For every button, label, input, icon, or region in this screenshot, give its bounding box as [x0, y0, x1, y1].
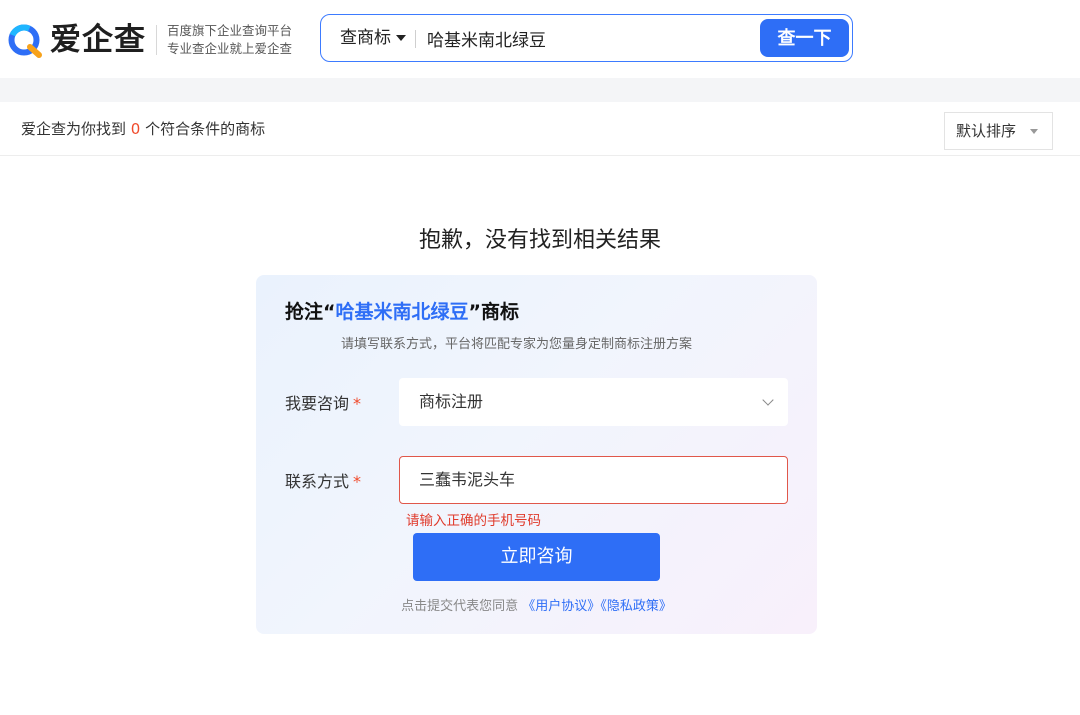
chevron-down-icon	[762, 394, 774, 406]
result-summary: 爱企查为你找到 0 个符合条件的商标	[21, 102, 265, 156]
submit-consult-button[interactable]: 立即咨询	[413, 533, 660, 581]
card-title-suffix: ”商标	[468, 301, 520, 323]
caret-down-icon	[396, 35, 406, 41]
sort-label: 默认排序	[956, 122, 1017, 140]
contact-label: 联系方式 *	[285, 468, 361, 492]
contact-label-text: 联系方式	[285, 472, 350, 491]
contact-input-value: 三蠢韦泥头车	[419, 470, 516, 489]
logo-divider	[156, 25, 157, 55]
consult-type-label: 我要咨询 *	[285, 390, 361, 414]
agreement-line: 点击提交代表您同意 《用户协议》《隐私政策》	[256, 595, 817, 614]
card-title-keyword: 哈基米南北绿豆	[335, 301, 469, 323]
result-count: 0	[130, 120, 141, 138]
search-separator	[415, 30, 416, 48]
contact-error-message: 请输入正确的手机号码	[406, 513, 541, 529]
consult-type-label-text: 我要咨询	[285, 394, 350, 413]
slogan-line-1: 百度旗下企业查询平台	[167, 23, 293, 38]
consult-type-value: 商标注册	[419, 392, 484, 411]
sort-dropdown[interactable]: 默认排序	[944, 112, 1053, 150]
consult-card-title: 抢注“哈基米南北绿豆”商标	[285, 297, 519, 324]
header-divider-band	[0, 78, 1080, 102]
contact-input[interactable]: 三蠢韦泥头车	[399, 456, 788, 504]
search-input[interactable]	[427, 24, 757, 52]
slogan-line-2: 专业查企业就上爱企查	[167, 41, 293, 56]
search-type-label: 查商标	[340, 28, 391, 48]
empty-result-title: 抱歉，没有找到相关结果	[418, 228, 661, 253]
required-mark: *	[353, 472, 362, 491]
logo[interactable]: 爱企查 百度旗下企业查询平台 专业查企业就上爱企查	[6, 20, 292, 60]
search-type-dropdown[interactable]: 查商标	[340, 15, 406, 61]
logo-mark-icon	[8, 24, 42, 58]
result-summary-bar: 爱企查为你找到 0 个符合条件的商标 默认排序	[0, 102, 1080, 156]
user-agreement-link[interactable]: 《用户协议》	[522, 599, 600, 614]
result-prefix: 爱企查为你找到	[21, 120, 131, 138]
privacy-policy-link[interactable]: 《隐私政策》	[600, 599, 672, 614]
top-header: 爱企查 百度旗下企业查询平台 专业查企业就上爱企查 查商标 查一下	[0, 0, 1080, 78]
consult-card-subtitle: 请填写联系方式，平台将匹配专家为您量身定制商标注册方案	[341, 337, 693, 352]
result-suffix: 个符合条件的商标	[140, 120, 266, 138]
search-button[interactable]: 查一下	[760, 19, 849, 57]
caret-down-icon	[1030, 129, 1038, 134]
consult-type-select[interactable]: 商标注册	[399, 378, 788, 426]
required-mark: *	[353, 394, 362, 413]
consult-card: 抢注“哈基米南北绿豆”商标 请填写联系方式，平台将匹配专家为您量身定制商标注册方…	[256, 275, 817, 634]
logo-slogan: 百度旗下企业查询平台 专业查企业就上爱企查	[167, 22, 292, 58]
logo-name: 爱企查	[50, 22, 146, 58]
search-box: 查商标 查一下	[320, 14, 853, 62]
agreement-text: 点击提交代表您同意	[401, 599, 523, 614]
card-title-prefix: 抢注“	[285, 301, 336, 323]
